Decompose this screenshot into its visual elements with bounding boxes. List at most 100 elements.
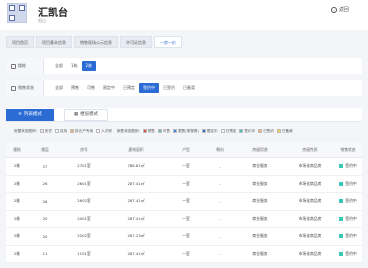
floor-cell: 26: [42, 198, 48, 204]
legend-item: 已预定: [220, 129, 236, 134]
building-options: 全部 1栋 2栋: [44, 61, 97, 71]
status-option-limited[interactable]: 限定中: [99, 83, 119, 93]
header-building: 楼栋: [13, 146, 21, 152]
orientation-cell: -: [219, 233, 221, 239]
floor-cell: 20: [42, 233, 48, 239]
building-cell: 2栋: [13, 180, 21, 186]
usage-cell: 商业服务: [252, 215, 268, 221]
room-cell: 2601室: [77, 180, 91, 186]
header-room: 房号: [80, 146, 88, 152]
status-dot-icon: [339, 199, 344, 204]
tab-basic-info[interactable]: 项目基本信息: [36, 36, 72, 48]
status-dot-icon: [339, 251, 344, 256]
area-cell: 287.41㎡: [127, 250, 145, 256]
back-label: 返回: [339, 7, 350, 13]
status-option-signed[interactable]: 已签约: [159, 83, 179, 93]
building-icon: [11, 63, 16, 69]
building-option-1[interactable]: 1栋: [67, 61, 82, 71]
table-row[interactable]: 2栋 20 2002室 287.23㎡ 一室 - 商业服务 市场化商品房 签约中: [6, 228, 362, 246]
legend-item: 限售(带视角): [173, 129, 199, 134]
status-option-all[interactable]: 全部: [51, 83, 67, 93]
table-row[interactable]: 2栋 27 2701室 786.81㎡ 一室 - 商业服务 市场化商品房 签约中: [6, 158, 362, 176]
usage-cell: 商业服务: [252, 163, 268, 169]
status-dot-icon: [339, 234, 344, 239]
status-cell: 签约中: [334, 193, 362, 210]
nature-cell: 市场化商品房: [298, 233, 322, 239]
legend-item: 自持: [54, 129, 67, 134]
tab-floor-mode[interactable]: ▦ 楼层模式: [64, 109, 108, 121]
building-option-2[interactable]: 2栋: [81, 61, 97, 71]
usage-cell: 商业服务: [252, 180, 268, 186]
project-title: 汇凯台: [38, 8, 68, 19]
room-cell: 2701室: [77, 163, 91, 169]
layout-cell: 一室: [182, 250, 190, 256]
status-cell: 签约中: [334, 211, 362, 228]
status-label: 签约中: [345, 163, 357, 169]
floor-cell: 26: [42, 181, 48, 187]
legend-item: 历史: [39, 129, 52, 134]
status-filter-label: 销售状态: [6, 80, 44, 96]
orientation-cell: -: [219, 181, 221, 187]
usage-cell: 商业服务: [252, 250, 268, 256]
header-orientation: 朝向: [216, 146, 224, 152]
status-label: 签约中: [345, 180, 357, 186]
building-option-all[interactable]: 全部: [51, 61, 67, 71]
back-icon: ‹: [331, 6, 337, 13]
legend-item: 已备案: [276, 129, 293, 134]
status-dot-icon: [339, 164, 344, 169]
status-option-presale[interactable]: 预售: [67, 83, 83, 93]
project-subtitle: 阳山: [38, 18, 46, 23]
area-cell: 287.41㎡: [127, 215, 145, 221]
view-mode-tabs: ≡ 列表模式 ▦ 楼层模式: [6, 108, 362, 122]
status-option-reserved[interactable]: 已预定: [119, 83, 139, 93]
status-option-signing[interactable]: 签约中: [139, 83, 159, 93]
status-cell: 签约中: [334, 176, 362, 193]
tab-project-home[interactable]: 项目首页: [6, 36, 34, 48]
legend-item: 预售: [142, 129, 155, 134]
orientation-cell: -: [219, 163, 221, 169]
layout-cell: 一室: [182, 163, 190, 169]
tab-list-mode[interactable]: ≡ 列表模式: [6, 109, 54, 121]
nature-cell: 市场化商品房: [298, 180, 322, 186]
legend-item: 人才房: [96, 129, 112, 134]
status-option-available[interactable]: 可售: [83, 83, 99, 93]
building-filter-label: 楼栋: [6, 58, 44, 74]
status-option-filed[interactable]: 已备案: [179, 83, 199, 93]
layout-cell: 一室: [182, 233, 190, 239]
header-nature: 房屋性质: [302, 146, 318, 152]
unit-price-table: 楼栋 楼层 房号 建筑面积 户型 朝向 房屋用途 房屋性质 销售状态 2栋 27 2701室 786.…: [6, 142, 362, 263]
header-floor: 楼层: [41, 146, 49, 152]
layout-cell: 一室: [182, 215, 190, 221]
header-layout: 户型: [182, 146, 190, 152]
legend-item: 签约中: [239, 129, 255, 134]
qr-code-icon: [7, 3, 27, 23]
nature-cell: 市场化商品房: [298, 215, 322, 221]
status-filter-row: 销售状态 全部 预售 可售 限定中 已预定 签约中 已签约 已备案: [6, 80, 362, 96]
table-header: 楼栋 楼层 房号 建筑面积 户型 朝向 房屋用途 房屋性质 销售状态: [6, 142, 362, 158]
area-cell: 287.41㎡: [127, 198, 145, 204]
tab-sales-site-info[interactable]: 销售现场公示信息: [74, 36, 118, 48]
status-legend: 房屋状态图例: 历史 自持 拆迁户专用 人才房 销售状态图例: 预售 可售 限售…: [6, 126, 362, 136]
tab-license-info[interactable]: 许可证信息: [120, 36, 152, 48]
table-row[interactable]: 2栋 11 1101室 287.41㎡ 一室 - 商业服务 市场化商品房 签约中: [6, 246, 362, 263]
table-row[interactable]: 2栋 26 2601室 287.41㎡ 一室 - 商业服务 市场化商品房 签约中: [6, 176, 362, 193]
legend-item: 可售: [157, 129, 170, 134]
table-row[interactable]: 2栋 26 2602室 287.41㎡ 一室 - 商业服务 市场化商品房 签约中: [6, 193, 362, 211]
status-options: 全部 预售 可售 限定中 已预定 签约中 已签约 已备案: [44, 83, 199, 93]
area-cell: 287.23㎡: [127, 233, 145, 239]
layout-cell: 一室: [182, 180, 190, 186]
status-cell: 签约中: [334, 228, 362, 245]
status-icon: [11, 85, 16, 91]
list-icon: ≡: [18, 112, 22, 117]
back-button[interactable]: ‹ 返回: [331, 6, 349, 13]
nature-cell: 市场化商品房: [298, 198, 322, 204]
header-area: 建筑面积: [128, 146, 144, 152]
status-dot-icon: [339, 216, 344, 221]
orientation-cell: -: [219, 216, 221, 222]
status-cell: 签约中: [334, 158, 362, 175]
tab-price-list[interactable]: 一房一价: [154, 36, 182, 48]
table-row[interactable]: 2栋 20 2001室 287.41㎡ 一室 - 商业服务 市场化商品房 签约中: [6, 211, 362, 228]
grid-icon: ▦: [73, 112, 79, 117]
building-cell: 2栋: [13, 250, 21, 256]
status-label: 签约中: [345, 250, 357, 256]
